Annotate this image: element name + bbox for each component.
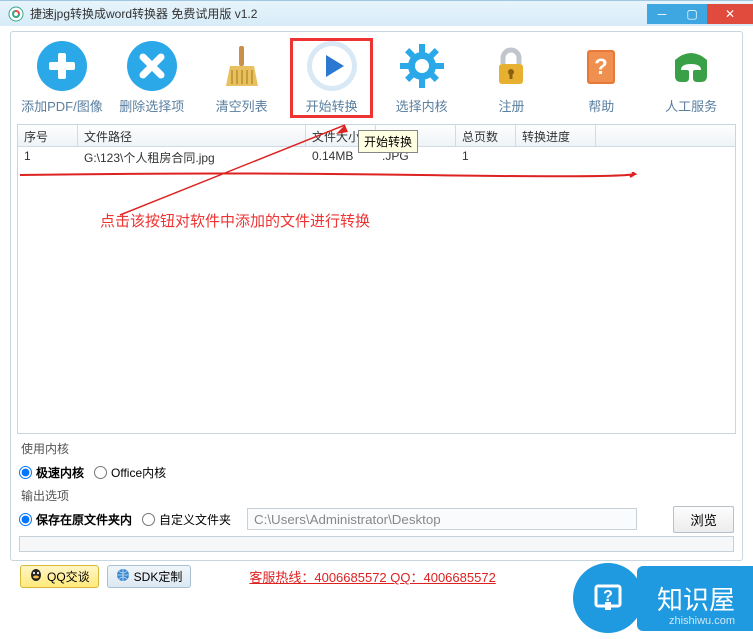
window-controls: ─ ▢ ✕ xyxy=(647,4,753,24)
add-button[interactable]: 添加PDF/图像 xyxy=(21,38,103,118)
file-table: 序号 文件路径 文件大小 类型 总页数 转换进度 1 G:\123\个人租房合同… xyxy=(17,124,736,434)
gear-icon xyxy=(396,40,448,92)
minimize-button[interactable]: ─ xyxy=(647,4,677,24)
help-icon: ? xyxy=(575,40,627,92)
col-progress[interactable]: 转换进度 xyxy=(516,125,596,146)
qq-chat-button[interactable]: QQ交谈 xyxy=(20,565,99,588)
output-same-radio[interactable]: 保存在原文件夹内 xyxy=(19,511,132,528)
col-seq[interactable]: 序号 xyxy=(18,125,78,146)
output-custom-radio[interactable]: 自定义文件夹 xyxy=(142,511,231,528)
col-path[interactable]: 文件路径 xyxy=(78,125,306,146)
close-button[interactable]: ✕ xyxy=(707,4,753,24)
phone-icon xyxy=(665,40,717,92)
x-icon xyxy=(126,40,178,92)
progress-bar xyxy=(19,536,734,552)
engine-group-label: 使用内核 xyxy=(21,440,734,457)
browse-button[interactable]: 浏览 xyxy=(673,506,734,533)
broom-icon xyxy=(216,40,268,92)
sdk-button[interactable]: SDK定制 xyxy=(107,565,192,588)
lock-icon xyxy=(485,40,537,92)
qq-icon xyxy=(29,568,43,585)
engine-office-radio[interactable]: Office内核 xyxy=(94,464,166,481)
hotline-link[interactable]: 客服热线：4006685572 QQ：4006685572 xyxy=(249,567,495,586)
main-panel: 添加PDF/图像 删除选择项 清空列表 开始转换 选择内核 注册 ? 帮助 人工… xyxy=(10,31,743,561)
output-group-label: 输出选项 xyxy=(21,487,734,504)
tooltip: 开始转换 xyxy=(358,130,418,153)
output-path-input[interactable] xyxy=(247,508,637,530)
globe-icon xyxy=(116,568,130,585)
toolbar: 添加PDF/图像 删除选择项 清空列表 开始转换 选择内核 注册 ? 帮助 人工… xyxy=(11,36,742,120)
clear-button[interactable]: 清空列表 xyxy=(201,38,283,118)
start-button[interactable]: 开始转换 xyxy=(290,38,372,118)
watermark-icon: ? xyxy=(573,563,643,633)
watermark-badge: ? 知识屋 zhishiwu.com xyxy=(573,563,753,633)
app-icon xyxy=(8,6,24,22)
engine-button[interactable]: 选择内核 xyxy=(381,38,463,118)
titlebar: 捷速jpg转换成word转换器 免费试用版 v1.2 ─ ▢ ✕ xyxy=(0,0,753,26)
engine-fast-radio[interactable]: 极速内核 xyxy=(19,464,84,481)
play-icon xyxy=(306,40,358,92)
maximize-button[interactable]: ▢ xyxy=(677,4,707,24)
help-button[interactable]: ? 帮助 xyxy=(560,38,642,118)
plus-icon xyxy=(36,40,88,92)
annotation-text: 点击该按钮对软件中添加的文件进行转换 xyxy=(100,210,370,231)
remove-button[interactable]: 删除选择项 xyxy=(111,38,193,118)
svg-text:?: ? xyxy=(595,54,608,79)
options: 使用内核 极速内核 Office内核 输出选项 保存在原文件夹内 自定义文件夹 … xyxy=(19,440,734,532)
service-button[interactable]: 人工服务 xyxy=(650,38,732,118)
watermark-url: zhishiwu.com xyxy=(669,615,735,627)
col-pages[interactable]: 总页数 xyxy=(456,125,516,146)
window-title: 捷速jpg转换成word转换器 免费试用版 v1.2 xyxy=(30,5,647,22)
svg-text:?: ? xyxy=(603,588,613,605)
register-button[interactable]: 注册 xyxy=(471,38,553,118)
